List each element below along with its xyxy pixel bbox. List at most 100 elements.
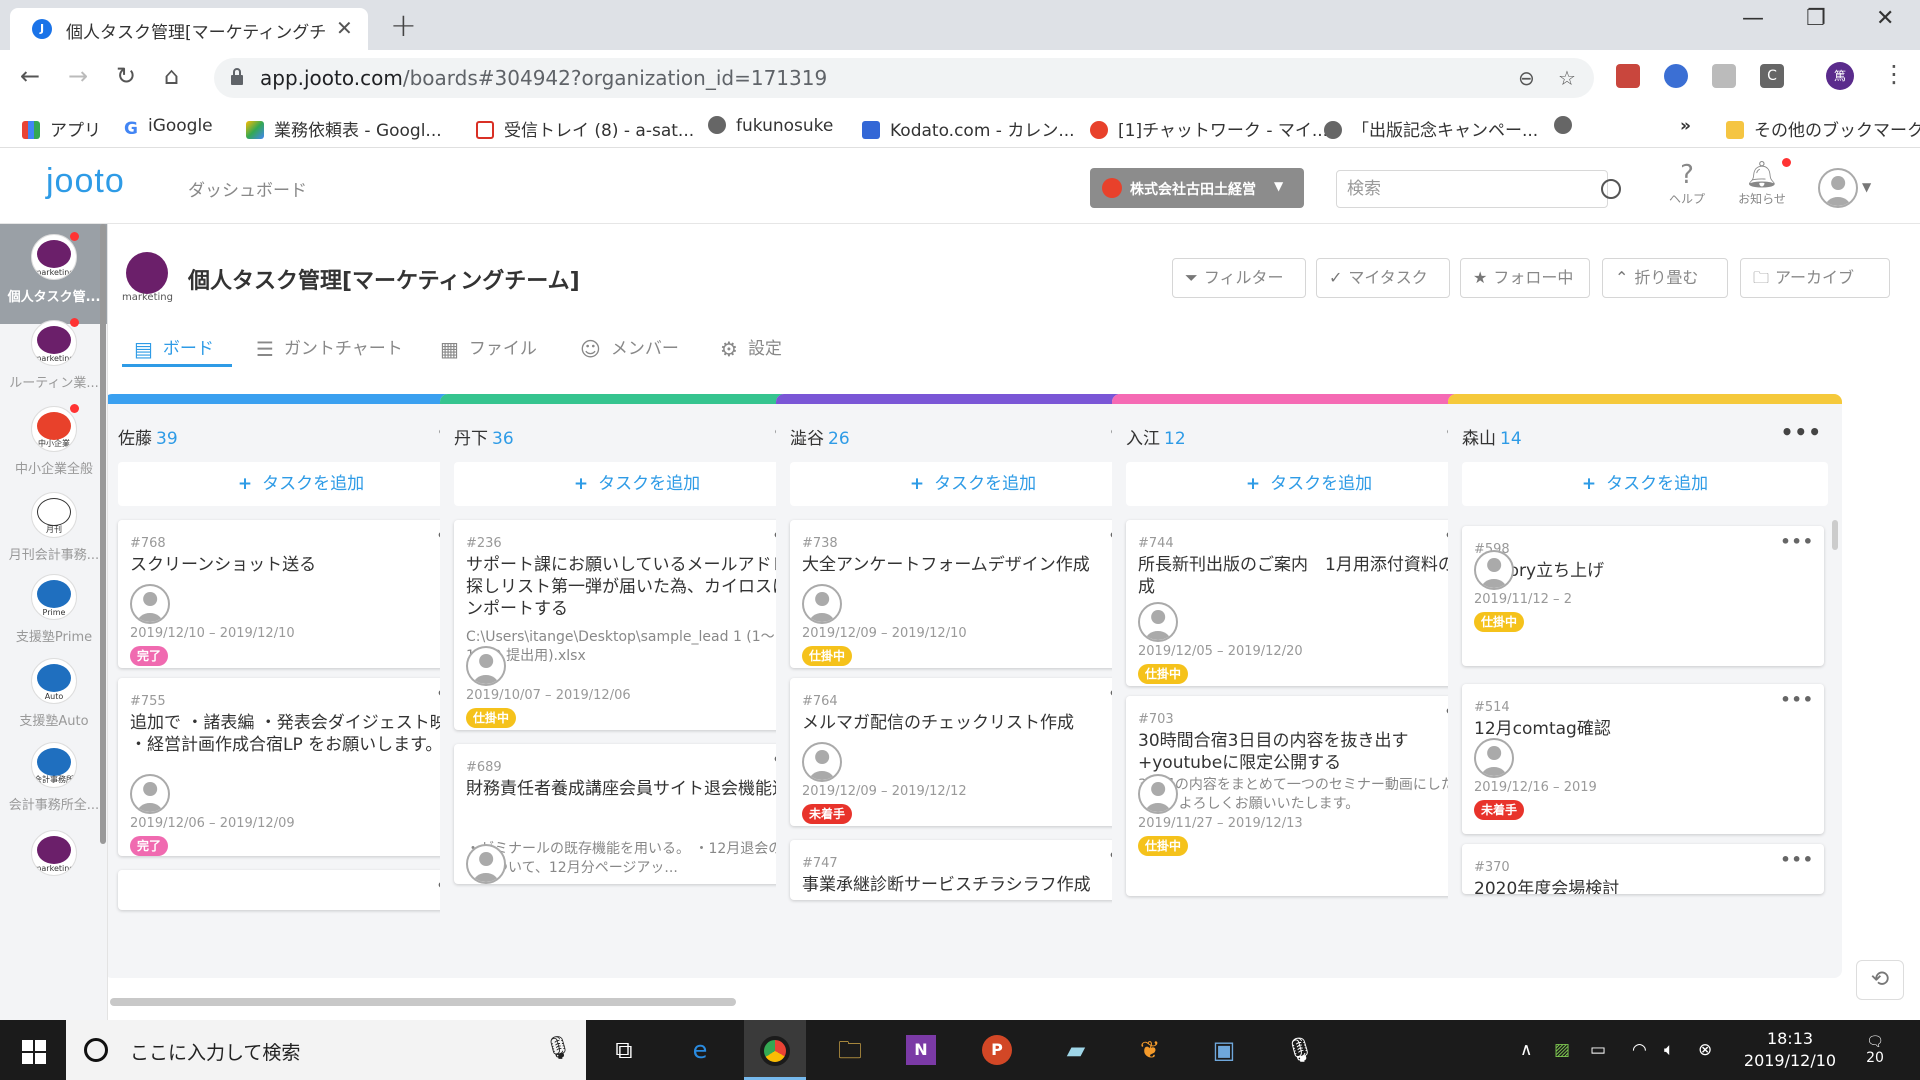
wifi-icon[interactable]: ◠	[1632, 1040, 1647, 1060]
status-badge[interactable]: 仕掛中	[1138, 836, 1189, 856]
column-header[interactable]: 佐藤 39	[118, 424, 178, 449]
taskbar-search[interactable]: ここに入力して検索 🎙︎	[66, 1020, 586, 1080]
bookmark-drive[interactable]: 業務依頼表 - Googl...	[246, 116, 442, 141]
address-bar[interactable]: app.jooto.com/boards#304942?organization…	[214, 58, 1594, 98]
search-field[interactable]	[1336, 170, 1621, 208]
sidebar-project-item[interactable]: marketing 個人タスク管...	[0, 232, 107, 305]
status-badge[interactable]: 完了	[130, 836, 169, 856]
sidebar-project-item[interactable]: Prime 支援塾Prime	[0, 574, 107, 645]
bookmark-apps[interactable]: アプリ	[22, 116, 101, 141]
ie-icon[interactable]: e	[680, 1030, 720, 1070]
tab-settings[interactable]: ⚙ 設定	[720, 334, 782, 361]
card-menu-icon[interactable]: •••	[1780, 850, 1814, 869]
close-window-icon[interactable]: ✕	[1876, 6, 1894, 31]
task-card[interactable]: •••	[118, 870, 480, 910]
sidebar-project-item[interactable]: 中小企業 中小企業全般	[0, 404, 107, 477]
home-icon[interactable]: ⌂	[164, 62, 179, 90]
status-badge[interactable]: 完了	[130, 646, 169, 666]
tab-close-icon[interactable]: ✕	[336, 16, 353, 40]
filter-button[interactable]: ⏷ フィルター	[1172, 258, 1306, 298]
taskbar-clock[interactable]: 18:13 2019/12/10	[1740, 1028, 1840, 1072]
task-card[interactable]: •••#744所長新刊出版のご案内 1月用添付資料の作成2019/12/05 –…	[1126, 520, 1488, 686]
assignee-avatar[interactable]	[466, 646, 506, 686]
assignee-avatar[interactable]	[1138, 774, 1178, 814]
tab-files[interactable]: ▦ ファイル	[440, 334, 537, 361]
task-card[interactable]: •••#598Factory立ち上げ2019/11/12 – 2仕掛中	[1462, 526, 1824, 666]
file-explorer-icon[interactable]: 🗀︎	[830, 1030, 870, 1070]
microphone-icon[interactable]: 🎙︎	[544, 1036, 572, 1061]
bookmarks-overflow-icon[interactable]: »	[1680, 116, 1691, 136]
forward-icon[interactable]: →	[68, 62, 88, 90]
new-tab-icon[interactable]: +	[390, 6, 417, 44]
bookmark-star-icon[interactable]: ☆	[1558, 66, 1576, 90]
notepad-icon[interactable]: ▰	[1056, 1030, 1096, 1070]
column-header[interactable]: 森山 14	[1462, 424, 1522, 449]
search-icon[interactable]	[1601, 179, 1621, 199]
task-card[interactable]: •••#747事業承継診断サービスチラシラフ作成	[790, 840, 1152, 900]
dashboard-link[interactable]: ダッシュボード	[188, 176, 307, 201]
task-view-icon[interactable]: ⧉	[604, 1030, 644, 1070]
card-menu-icon[interactable]: •••	[1780, 532, 1814, 551]
sidebar-project-item[interactable]: 月刊 月刊会計事務...	[0, 492, 107, 563]
action-center-icon[interactable]: 🗨︎ 20	[1858, 1034, 1892, 1068]
sidebar-scrollbar[interactable]	[100, 224, 106, 844]
minimize-icon[interactable]: —	[1742, 6, 1764, 31]
task-card[interactable]: •••#738大全アンケートフォームデザイン作成2019/12/09 – 201…	[790, 520, 1152, 668]
assignee-avatar[interactable]	[1138, 602, 1178, 642]
sidebar-project-item[interactable]: marketing	[0, 830, 107, 882]
status-badge[interactable]: 仕掛中	[466, 708, 517, 728]
assignee-avatar[interactable]	[1474, 550, 1514, 590]
notifications-button[interactable]: 🔔︎ お知らせ	[1732, 160, 1792, 207]
task-card[interactable]: •••#70330時間合宿3日目の内容を抜き出す+youtubeに限定公開する3…	[1126, 696, 1488, 896]
translate-extension-icon[interactable]	[1664, 64, 1688, 88]
assignee-avatar[interactable]	[1474, 738, 1514, 778]
bookmark-kodato[interactable]: Kodato.com - カレン...	[862, 116, 1075, 141]
tab-board[interactable]: ▤ ボード	[134, 334, 214, 361]
volume-icon[interactable]: 🔈︎	[1664, 1040, 1674, 1060]
organization-selector[interactable]: 株式会社古田土経営 ▼	[1090, 168, 1304, 208]
task-card[interactable]: ••• #514 12月comtag確認 2019/12/16 – 2019 未着手	[1462, 684, 1824, 834]
remote-desktop-icon[interactable]: ▣	[1204, 1030, 1244, 1070]
butterfly-icon[interactable]: ❦	[1130, 1030, 1170, 1070]
following-button[interactable]: ★ フォロー中	[1460, 258, 1590, 298]
bookmark-other[interactable]: その他のブックマーク	[1726, 116, 1920, 141]
tray-app-icon[interactable]: ▨	[1554, 1040, 1570, 1060]
assignee-avatar[interactable]	[466, 844, 506, 884]
powerpoint-icon[interactable]: P	[982, 1035, 1012, 1065]
reload-icon[interactable]: ↻	[116, 62, 136, 90]
windows-start-icon[interactable]	[22, 1040, 46, 1064]
help-button[interactable]: ? ヘルプ	[1664, 160, 1710, 207]
sidebar-project-item[interactable]: marketing ルーティン業...	[0, 318, 107, 391]
assignee-avatar[interactable]	[130, 584, 170, 624]
acrobat-extension-icon[interactable]	[1616, 64, 1640, 88]
column-header[interactable]: 入江 12	[1126, 424, 1186, 449]
column-header[interactable]: 澁谷 26	[790, 424, 850, 449]
archive-button[interactable]: 🗀︎ アーカイブ	[1740, 258, 1890, 298]
zoom-icon[interactable]: ⊖	[1518, 66, 1535, 90]
browser-tab[interactable]: J 個人タスク管理[マーケティングチーム] ✕	[10, 8, 368, 50]
bookmark-gmail[interactable]: 受信トレイ (8) - a-sat...	[476, 116, 694, 141]
jooto-logo[interactable]: jooto	[46, 162, 125, 201]
bookmark-fukunosuke[interactable]: fukunosuke	[708, 116, 833, 136]
chrome-menu-icon[interactable]: ⋮	[1882, 60, 1906, 88]
back-icon[interactable]: ←	[20, 62, 40, 90]
tab-gantt[interactable]: ☰ ガントチャート	[256, 334, 403, 361]
c-extension-icon[interactable]: C	[1760, 64, 1784, 88]
status-badge[interactable]: 仕掛中	[1474, 612, 1525, 632]
profile-avatar[interactable]: 篤	[1826, 62, 1854, 90]
task-card[interactable]: •••#236サポート課にお願いしているメールアドレス探しリスト第一弾が届いた為…	[454, 520, 816, 730]
bookmark-chatwork[interactable]: [1]チャットワーク - マイ...	[1090, 116, 1328, 141]
bookmark-igoogle[interactable]: GiGoogle	[124, 116, 213, 139]
bookmark-campaign[interactable]: 「出版記念キャンペー...	[1324, 116, 1538, 141]
assignee-avatar[interactable]	[130, 774, 170, 814]
task-card[interactable]: •••#689財務責任者養成講座会員サイト退会機能追加・ゼミナールの既存機能を用…	[454, 744, 816, 884]
tray-expand-icon[interactable]: ∧	[1520, 1040, 1532, 1060]
onenote-icon[interactable]: N	[906, 1035, 936, 1065]
task-card[interactable]: ••• #370 2020年度会場検討	[1462, 844, 1824, 894]
card-menu-icon[interactable]: •••	[1780, 690, 1814, 709]
voice-icon[interactable]: 🎙︎	[1280, 1030, 1320, 1070]
tab-members[interactable]: ☺ メンバー	[580, 334, 679, 361]
user-caret-icon[interactable]: ▼	[1862, 180, 1871, 194]
history-icon[interactable]: ⟲	[1856, 960, 1904, 1000]
assignee-avatar[interactable]	[802, 742, 842, 782]
